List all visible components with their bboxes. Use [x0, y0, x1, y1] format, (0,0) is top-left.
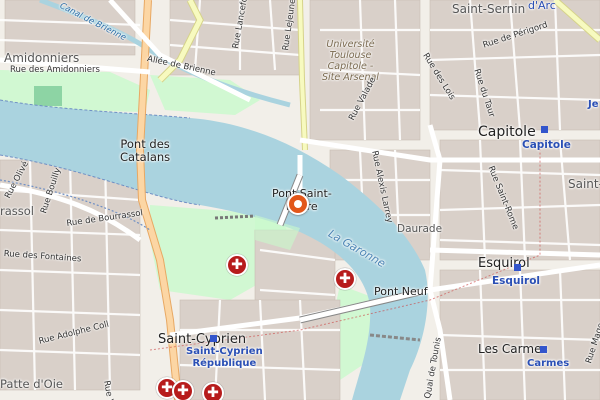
hospital-marker-1[interactable]: ✚: [226, 254, 248, 276]
metro-saint-cyprien-label: Saint-Cyprien République: [186, 346, 263, 369]
metro-je-label: Je: [588, 99, 599, 110]
district-saint-e: Saint-E: [568, 177, 600, 191]
district-rassol: rassol: [0, 204, 34, 218]
district-arc: d'Arc: [528, 0, 556, 12]
hospital-marker-5[interactable]: ✚: [202, 382, 224, 400]
district-esquirol: Esquirol: [478, 256, 530, 271]
metro-saint-cyprien-icon: [210, 335, 217, 342]
district-daurade: Daurade: [397, 223, 443, 235]
hospital-marker-4[interactable]: ✚: [172, 380, 194, 400]
district-les-carmes: Les Carmes: [478, 342, 548, 356]
district-patte-doie: Patte d'Oie: [0, 377, 63, 391]
metro-esquirol-label: Esquirol: [492, 275, 541, 287]
map-canvas[interactable]: Amidonniers Saint-Sernin d'Arc Capitole …: [0, 0, 600, 400]
metro-carmes-icon: [540, 346, 547, 353]
district-capitole: Capitole: [478, 124, 536, 140]
metro-carmes-label: Carmes: [527, 358, 570, 369]
district-saint-cyprien: Saint-Cyprien: [158, 332, 247, 347]
district-saint-sernin: Saint-Sernin: [452, 2, 526, 16]
label-pont-neuf: Pont Neuf: [374, 285, 428, 298]
street-rue-des-amidonniers: Rue des Amidonniers: [10, 65, 100, 75]
metro-capitole-icon: [541, 126, 548, 133]
metro-capitole-label: Capitole: [522, 139, 571, 151]
district-amidonniers: Amidonniers: [4, 51, 80, 65]
location-pin-icon[interactable]: [287, 193, 309, 215]
hospital-marker-2[interactable]: ✚: [334, 268, 356, 290]
metro-esquirol-icon: [514, 264, 521, 271]
label-pont-des-catalans: Pont des Catalans: [120, 137, 171, 165]
